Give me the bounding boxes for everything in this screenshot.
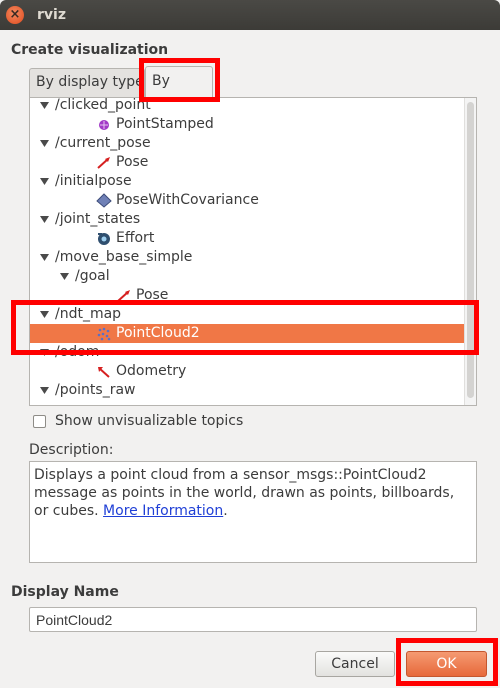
tree-row-odom[interactable]: /odom <box>30 343 464 362</box>
topic-tree[interactable]: /clicked_point PointStamped/current_pose P… <box>29 97 477 406</box>
tree-scrollbar[interactable] <box>464 98 476 405</box>
display-name-input[interactable] <box>29 607 477 632</box>
pose-arrow-icon <box>116 288 132 303</box>
tree-row-label: /clicked_point <box>55 97 151 113</box>
pose-arrow-icon <box>96 155 112 170</box>
tree-row-label: Effort <box>116 230 155 246</box>
tree-row-points-raw[interactable]: /points_raw <box>30 381 464 400</box>
tree-row-label: PointCloud2 <box>116 325 200 341</box>
tree-row-label: Pose <box>116 154 149 170</box>
tree-row-label: Odometry <box>116 363 187 379</box>
tab-by-topic[interactable]: By topic <box>145 66 213 117</box>
tree-row-odometry[interactable]: Odometry <box>30 362 464 381</box>
more-information-link[interactable]: More Information <box>103 503 223 519</box>
tree-row-label: /goal <box>75 268 110 284</box>
description-trailing: . <box>223 503 228 519</box>
tab-by-display-type[interactable]: By display type <box>29 68 145 98</box>
point-stamped-icon <box>96 117 112 132</box>
pointcloud-icon <box>96 326 112 341</box>
effort-icon <box>96 231 112 246</box>
tree-row-joint-states[interactable]: /joint_states <box>30 210 464 229</box>
expand-arrow-icon[interactable] <box>40 216 49 223</box>
ok-button[interactable]: OK <box>406 651 487 677</box>
title-bar: × rviz <box>0 0 500 30</box>
tree-row-move-base-simple[interactable]: /move_base_simple <box>30 248 464 267</box>
tree-row-clicked-point[interactable]: /clicked_point <box>30 97 464 115</box>
checkbox-label: Show unvisualizable topics <box>55 413 244 429</box>
description-box: Displays a point cloud from a sensor_msg… <box>29 461 477 563</box>
expand-arrow-icon[interactable] <box>40 140 49 147</box>
tree-row-goal[interactable]: /goal <box>30 267 464 286</box>
tree-row-effort[interactable]: Effort <box>30 229 464 248</box>
tree-row-pose[interactable]: Pose <box>30 153 464 172</box>
expand-arrow-icon[interactable] <box>40 387 49 394</box>
tree-row-label: /move_base_simple <box>55 249 193 265</box>
checkbox[interactable] <box>33 415 46 428</box>
odometry-icon <box>96 364 112 379</box>
close-icon[interactable]: × <box>6 6 24 24</box>
expand-arrow-icon[interactable] <box>40 178 49 185</box>
description-text: Displays a point cloud from a sensor_msg… <box>34 467 455 519</box>
tree-row-label: /initialpose <box>55 173 132 189</box>
expand-arrow-icon[interactable] <box>40 349 49 356</box>
cancel-button[interactable]: Cancel <box>315 651 395 677</box>
tree-row-pointcloud2[interactable]: PointCloud2 <box>30 324 464 343</box>
tree-row-label: /ndt_map <box>55 306 122 322</box>
tree-row-label: Pose <box>136 287 169 303</box>
expand-arrow-icon[interactable] <box>40 311 49 318</box>
expand-arrow-icon[interactable] <box>40 102 49 109</box>
tree-row-label: /joint_states <box>55 211 141 227</box>
tree-row-label: /points_raw <box>55 382 136 398</box>
window-title: rviz <box>37 7 66 23</box>
scrollbar-thumb[interactable] <box>467 102 474 398</box>
description-label: Description: <box>29 442 114 458</box>
expand-arrow-icon[interactable] <box>60 273 69 280</box>
tree-row-label: /current_pose <box>55 135 151 151</box>
tab-label: By display type <box>36 74 144 90</box>
tree-row-ndt-map[interactable]: /ndt_map <box>30 305 464 324</box>
display-name-heading: Display Name <box>11 584 119 600</box>
tree-row-pointstamped[interactable]: PointStamped <box>30 115 464 134</box>
tree-row-label: /odom <box>55 344 100 360</box>
tree-row-label: PoseWithCovariance <box>116 192 259 208</box>
expand-arrow-icon[interactable] <box>40 254 49 261</box>
pose-covariance-icon <box>96 193 112 208</box>
tree-row-label: PointStamped <box>116 116 214 132</box>
create-visualization-heading: Create visualization <box>11 42 169 58</box>
tree-row-initialpose[interactable]: /initialpose <box>30 172 464 191</box>
tree-row-current-pose[interactable]: /current_pose <box>30 134 464 153</box>
tree-row-pose[interactable]: Pose <box>30 286 464 305</box>
tree-row-posewithcovariance[interactable]: PoseWithCovariance <box>30 191 464 210</box>
